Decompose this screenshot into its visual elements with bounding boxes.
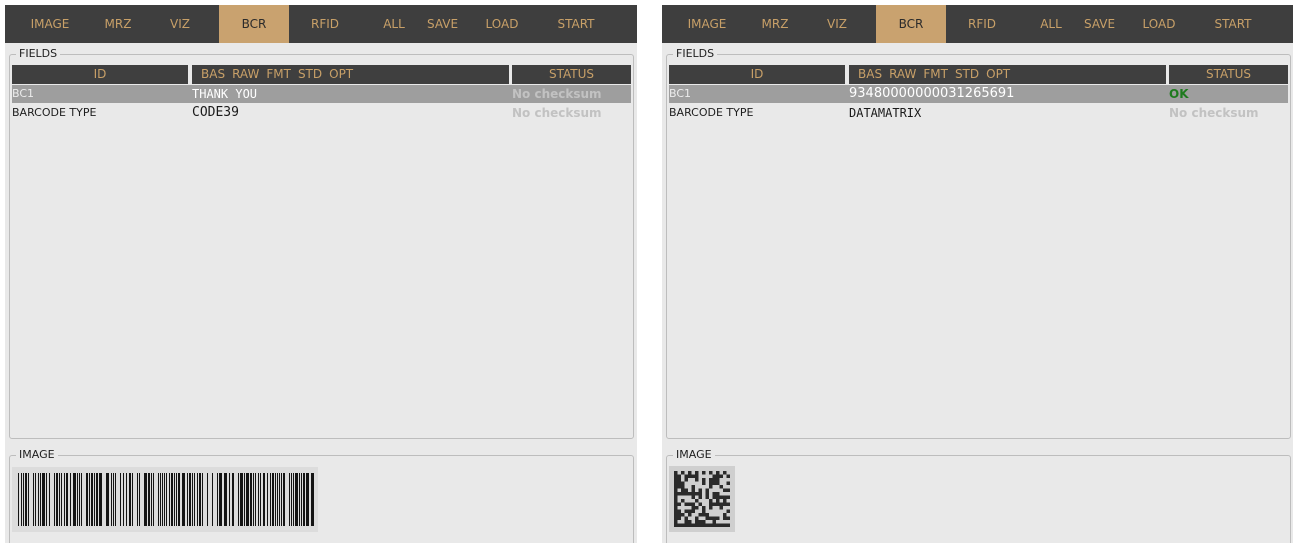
image-title: IMAGE: [673, 447, 715, 463]
table-header: ID BAS RAW FMT STD OPT STATUS: [12, 65, 631, 84]
row-id: BARCODE TYPE: [669, 106, 754, 119]
tab-save[interactable]: SAVE: [1084, 5, 1115, 43]
row-value: THANK YOU: [192, 87, 258, 101]
format-raw[interactable]: RAW: [889, 67, 916, 81]
image-group: IMAGE: [666, 447, 1291, 543]
tab-viz[interactable]: VIZ: [141, 5, 219, 43]
column-header-status: STATUS: [512, 65, 631, 84]
fields-group: FIELDS ID BAS RAW FMT STD OPT STATUS BC1 934…: [666, 46, 1291, 439]
tab-viz[interactable]: VIZ: [798, 5, 876, 43]
tab-all[interactable]: ALL: [1018, 5, 1084, 43]
format-bas[interactable]: BAS: [858, 67, 882, 81]
format-options: BAS RAW FMT STD OPT: [192, 65, 509, 84]
table-header: ID BAS RAW FMT STD OPT STATUS: [669, 65, 1288, 84]
row-id: BC1: [12, 87, 35, 100]
format-opt[interactable]: OPT: [329, 67, 353, 81]
toolbar: IMAGE MRZ VIZ BCR RFID ALL SAVE LOAD STA…: [662, 5, 1293, 43]
tab-bcr[interactable]: BCR: [219, 5, 289, 43]
row-value: CODE39: [192, 105, 239, 120]
row-id: BARCODE TYPE: [12, 106, 97, 119]
image-title: IMAGE: [16, 447, 58, 463]
format-options: BAS RAW FMT STD OPT: [849, 65, 1166, 84]
tab-all[interactable]: ALL: [361, 5, 427, 43]
table-row[interactable]: BC1 THANK YOU No checksum: [12, 85, 631, 103]
tab-rfid[interactable]: RFID: [289, 5, 361, 43]
tab-image[interactable]: IMAGE: [5, 5, 95, 43]
row-status: OK: [1169, 87, 1189, 101]
toolbar: IMAGE MRZ VIZ BCR RFID ALL SAVE LOAD STA…: [5, 5, 637, 43]
tab-start[interactable]: START: [1204, 5, 1262, 43]
fields-title: FIELDS: [16, 46, 61, 62]
column-header-id: ID: [669, 65, 845, 84]
bcr-panel-right: IMAGE MRZ VIZ BCR RFID ALL SAVE LOAD STA…: [662, 5, 1293, 543]
format-opt[interactable]: OPT: [986, 67, 1010, 81]
format-raw[interactable]: RAW: [232, 67, 259, 81]
tab-load[interactable]: LOAD: [457, 5, 547, 43]
image-group: IMAGE: [9, 447, 634, 543]
tab-save[interactable]: SAVE: [427, 5, 458, 43]
row-value: 93480000000031265691: [849, 86, 1015, 101]
row-status: No checksum: [512, 87, 602, 101]
row-value: DATAMATRIX: [849, 106, 922, 120]
tab-rfid[interactable]: RFID: [946, 5, 1018, 43]
tab-mrz[interactable]: MRZ: [752, 5, 798, 43]
tab-mrz[interactable]: MRZ: [95, 5, 141, 43]
row-status: No checksum: [512, 106, 602, 120]
format-fmt[interactable]: FMT: [923, 67, 948, 81]
row-id: BC1: [669, 87, 692, 100]
bcr-panel-left: IMAGE MRZ VIZ BCR RFID ALL SAVE LOAD STA…: [5, 5, 637, 543]
barcode-image: [12, 467, 318, 532]
table-row[interactable]: BARCODE TYPE DATAMATRIX No checksum: [669, 104, 1288, 122]
fields-title: FIELDS: [673, 46, 718, 62]
format-fmt[interactable]: FMT: [266, 67, 291, 81]
tab-image[interactable]: IMAGE: [662, 5, 752, 43]
table-row[interactable]: BC1 93480000000031265691 OK: [669, 85, 1288, 103]
format-std[interactable]: STD: [955, 67, 979, 81]
tab-load[interactable]: LOAD: [1114, 5, 1204, 43]
row-status: No checksum: [1169, 106, 1259, 120]
tab-bcr[interactable]: BCR: [876, 5, 946, 43]
format-std[interactable]: STD: [298, 67, 322, 81]
datamatrix-image: [669, 466, 735, 532]
column-header-status: STATUS: [1169, 65, 1288, 84]
tab-start[interactable]: START: [547, 5, 605, 43]
column-header-id: ID: [12, 65, 188, 84]
fields-group: FIELDS ID BAS RAW FMT STD OPT STATUS BC1 THA…: [9, 46, 634, 439]
table-row[interactable]: BARCODE TYPE CODE39 No checksum: [12, 104, 631, 122]
format-bas[interactable]: BAS: [201, 67, 225, 81]
